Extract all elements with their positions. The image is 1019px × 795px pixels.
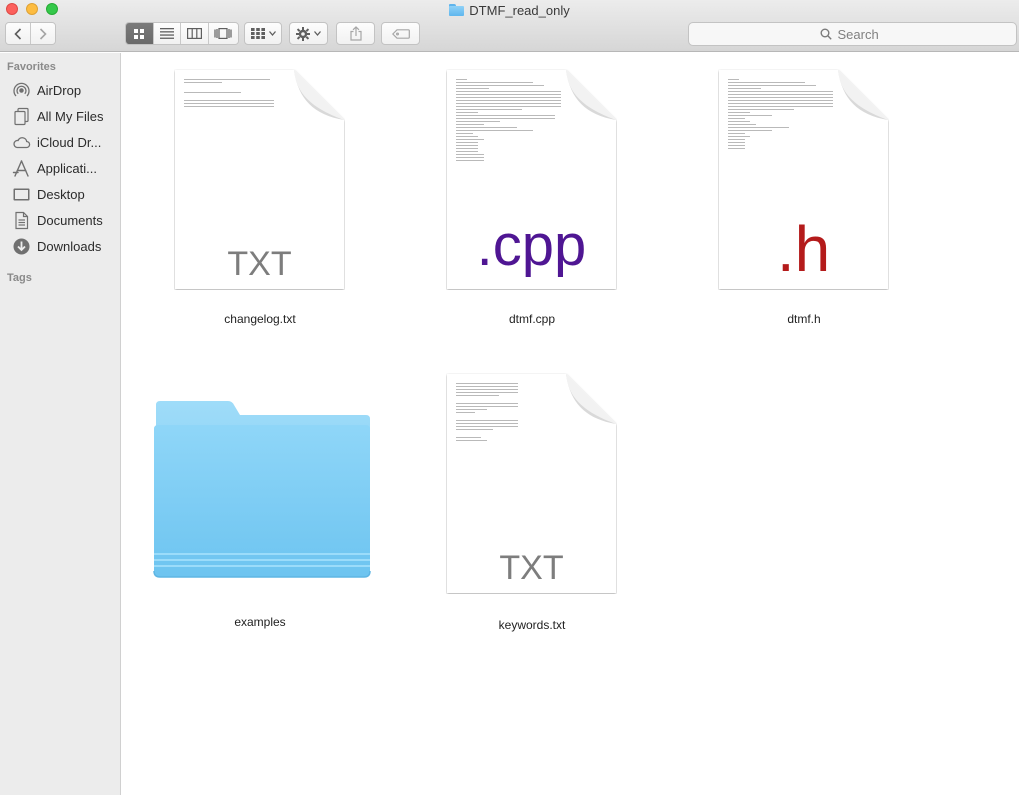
gear-icon	[296, 26, 310, 41]
group-by-button[interactable]	[244, 22, 282, 45]
file-type-badge: .h	[776, 213, 831, 285]
airdrop-icon	[13, 82, 30, 96]
file-type-badge: TXT	[499, 549, 564, 587]
file-grid: TXT changelog.txt .cpp dtmf.cpp .h dtmf.…	[122, 53, 1019, 795]
sidebar: Favorites AirDrop All My Files iCloud Dr…	[0, 53, 121, 795]
sidebar-item-icloud-drive[interactable]: iCloud Dr...	[12, 131, 120, 153]
file-item-changelog[interactable]: TXT changelog.txt	[160, 69, 360, 329]
cpp-document-icon: .cpp	[446, 69, 617, 290]
tag-icon	[391, 28, 410, 39]
downloads-icon	[13, 238, 30, 254]
share-icon	[349, 26, 362, 41]
sidebar-item-label: Downloads	[37, 238, 102, 254]
file-type-badge: .cpp	[476, 213, 587, 278]
file-name-label: dtmf.h	[787, 312, 821, 326]
sidebar-item-label: Desktop	[37, 186, 85, 202]
sidebar-item-label: All My Files	[37, 108, 104, 124]
list-view-button[interactable]	[153, 23, 182, 44]
file-name-label: changelog.txt	[224, 312, 296, 326]
text-document-icon: TXT	[174, 69, 345, 290]
folder-icon	[449, 4, 465, 16]
sidebar-item-label: Documents	[37, 212, 103, 228]
icloud-icon	[13, 136, 31, 148]
sidebar-item-label: iCloud Dr...	[37, 134, 102, 150]
cover-flow-view-button[interactable]	[208, 23, 238, 44]
documents-icon	[15, 211, 29, 229]
chevron-down-icon	[268, 31, 276, 36]
sidebar-item-applications[interactable]: Applicati...	[12, 157, 120, 179]
search-field[interactable]	[688, 22, 1017, 46]
search-icon	[820, 28, 832, 40]
icon-grid-icon	[134, 28, 145, 39]
text-document-icon: TXT	[446, 373, 617, 594]
chevron-down-icon	[314, 31, 321, 36]
sidebar-item-airdrop[interactable]: AirDrop	[12, 79, 120, 101]
cover-flow-icon	[214, 28, 232, 39]
search-input[interactable]	[837, 26, 886, 42]
sidebar-item-desktop[interactable]: Desktop	[12, 183, 120, 205]
header-document-icon: .h	[718, 69, 889, 290]
view-mode-control	[125, 22, 239, 45]
applications-icon	[12, 159, 29, 177]
desktop-icon	[13, 188, 30, 200]
chevron-left-icon	[14, 27, 21, 40]
file-type-badge: TXT	[227, 245, 292, 283]
file-item-dtmf-cpp[interactable]: .cpp dtmf.cpp	[432, 69, 632, 329]
window-title-text: DTMF_read_only	[469, 2, 570, 18]
folder-icon	[152, 399, 372, 581]
sidebar-item-label: AirDrop	[37, 82, 82, 98]
file-item-dtmf-h[interactable]: .h dtmf.h	[704, 69, 904, 329]
sidebar-item-all-my-files[interactable]: All My Files	[12, 105, 120, 127]
window-toolbar: DTMF_read_only	[0, 0, 1019, 52]
file-item-keywords[interactable]: TXT keywords.txt	[432, 373, 632, 633]
action-menu-button[interactable]	[289, 22, 328, 45]
sidebar-item-label: Applicati...	[37, 160, 97, 176]
sidebar-item-downloads[interactable]: Downloads	[12, 235, 120, 257]
window-title: DTMF_read_only	[0, 1, 1019, 19]
icon-view-button[interactable]	[126, 23, 154, 44]
edit-tags-button[interactable]	[381, 22, 420, 45]
columns-icon	[186, 28, 202, 39]
column-view-button[interactable]	[181, 23, 209, 44]
folder-item-examples[interactable]: examples	[153, 393, 371, 633]
chevron-right-icon	[39, 27, 47, 40]
file-name-label: examples	[234, 615, 286, 629]
all-files-icon	[14, 107, 29, 125]
file-name-label: dtmf.cpp	[508, 312, 556, 326]
share-button[interactable]	[336, 22, 375, 45]
tags-heading: Tags	[7, 272, 32, 284]
list-icon	[159, 28, 174, 39]
group-grid-icon	[250, 28, 265, 39]
sidebar-item-documents[interactable]: Documents	[12, 209, 120, 231]
forward-button[interactable]	[30, 23, 55, 44]
file-name-label: keywords.txt	[498, 618, 566, 632]
back-button[interactable]	[6, 23, 31, 44]
navigation-buttons	[5, 22, 56, 45]
favorites-heading: Favorites	[7, 61, 56, 73]
